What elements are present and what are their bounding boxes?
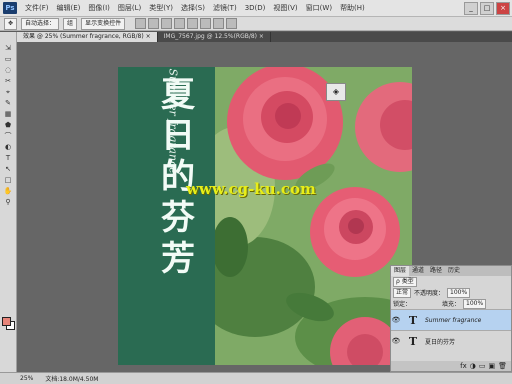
text-layer-thumb-icon: T xyxy=(408,313,418,327)
layers-panel-footer: fx ◑ ▭ ▣ 🗑 xyxy=(391,361,511,371)
text-layer-thumb-icon: T xyxy=(408,334,418,348)
rose-photo xyxy=(215,67,412,365)
distribute-h-icon[interactable] xyxy=(226,18,238,29)
tab-history[interactable]: 历史 xyxy=(445,266,463,276)
lock-row: 锁定： 填充： 100% xyxy=(391,298,511,309)
title-chinese: 夏日的芬芳 xyxy=(161,75,195,279)
menu-type[interactable]: 类型(Y) xyxy=(145,3,177,13)
layers-panel: 图层 通道 路径 历史 ρ 类型 正常 不透明度： 100% 锁定： 填充： 1… xyxy=(390,265,512,372)
new-group-icon[interactable]: ▭ xyxy=(479,361,486,371)
menu-layer[interactable]: 图层(L) xyxy=(114,3,145,13)
align-center-icon[interactable] xyxy=(187,18,199,29)
lock-label: 锁定： xyxy=(393,301,412,308)
opacity-field[interactable]: 100% xyxy=(447,287,471,298)
menu-window[interactable]: 窗口(W) xyxy=(302,3,336,13)
type-tool-icon[interactable]: T xyxy=(2,153,14,163)
layer-row-summer-fragrance[interactable]: 👁 T Summer fragrance xyxy=(391,309,511,330)
align-right-icon[interactable] xyxy=(200,18,212,29)
kind-filter-dropdown[interactable]: ρ 类型 xyxy=(393,276,417,287)
document-size: 文档:18.0M/4.50M xyxy=(45,376,99,383)
lasso-tool-icon[interactable]: ◌ xyxy=(2,65,14,75)
blend-row: 正常 不透明度： 100% xyxy=(391,287,511,298)
layers-panel-tabs: 图层 通道 路径 历史 xyxy=(391,266,511,276)
minimize-button[interactable]: _ xyxy=(464,2,478,15)
menu-bar: Ps 文件(F) 编辑(E) 图像(I) 图层(L) 类型(Y) 选择(S) 滤… xyxy=(0,0,512,17)
align-bottom-icon[interactable] xyxy=(161,18,173,29)
zoom-level[interactable]: 25% xyxy=(20,375,33,382)
filter-row: ρ 类型 xyxy=(391,276,511,287)
menu-image[interactable]: 图像(I) xyxy=(84,3,114,13)
status-bar: 25% 文档:18.0M/4.50M xyxy=(0,372,512,384)
align-top-icon[interactable] xyxy=(135,18,147,29)
tools-panel: ⇲ ▭ ◌ ✂ ⌖ ✎ ▦ ⬟ ⌒ ◐ T ↖ □ ✋ ⚲ xyxy=(0,32,17,372)
eraser-tool-icon[interactable]: ⬟ xyxy=(2,120,14,130)
move-tool-icon[interactable]: ✥ xyxy=(4,17,18,30)
opacity-label: 不透明度： xyxy=(414,290,445,297)
gradient-tool-icon[interactable]: ⌒ xyxy=(2,131,14,141)
shape-tool-icon[interactable]: □ xyxy=(2,175,14,185)
fill-field[interactable]: 100% xyxy=(463,298,487,309)
new-layer-icon[interactable]: ▣ xyxy=(488,361,495,371)
layer-row-title-cn[interactable]: 👁 T 夏日的芬芳 xyxy=(391,330,511,351)
auto-select-mode-dropdown[interactable]: 组 xyxy=(63,17,78,30)
document-tabs: 效果 @ 25% (Summer fragrance, RGB/8) × IMG… xyxy=(17,32,512,42)
dodge-tool-icon[interactable]: ◐ xyxy=(2,142,14,152)
rose-illustration xyxy=(215,67,412,365)
window-controls: _ □ × xyxy=(464,2,510,15)
menu-file[interactable]: 文件(F) xyxy=(21,3,53,13)
visibility-eye-icon[interactable]: 👁 xyxy=(391,337,401,345)
layer-name: Summer fragrance xyxy=(425,316,482,324)
blend-mode-dropdown[interactable]: 正常 xyxy=(393,287,412,298)
marquee-tool-icon[interactable]: ▭ xyxy=(2,54,14,64)
watermark-text: www.cg-ku.com xyxy=(186,180,316,198)
crop-tool-icon[interactable]: ✂ xyxy=(2,76,14,86)
trash-icon[interactable]: 🗑 xyxy=(498,361,507,371)
photoshop-logo: Ps xyxy=(3,2,17,14)
align-left-icon[interactable] xyxy=(174,18,186,29)
align-icons xyxy=(135,18,238,29)
path-select-tool-icon[interactable]: ↖ xyxy=(2,164,14,174)
eyedropper-tool-icon[interactable]: ⌖ xyxy=(2,87,14,97)
floating-panel-icon[interactable]: ◈ xyxy=(326,83,346,101)
fx-icon[interactable]: fx xyxy=(460,361,467,371)
show-transform-checkbox[interactable]: 显示变换控件 xyxy=(81,17,126,30)
zoom-tool-icon[interactable]: ⚲ xyxy=(2,197,14,207)
tab-paths[interactable]: 路径 xyxy=(427,266,445,276)
document-canvas[interactable]: Summer fragrance 夏日的芬芳 xyxy=(118,67,412,365)
menu-edit[interactable]: 编辑(E) xyxy=(53,3,85,13)
auto-select-checkbox[interactable]: 自动选择： xyxy=(21,17,60,30)
close-button[interactable]: × xyxy=(496,2,510,15)
tab-effect[interactable]: 效果 @ 25% (Summer fragrance, RGB/8) × xyxy=(17,32,158,42)
green-panel: Summer fragrance 夏日的芬芳 xyxy=(118,67,215,365)
distribute-icon[interactable] xyxy=(213,18,225,29)
menu-select[interactable]: 选择(S) xyxy=(177,3,209,13)
options-bar: ✥ 自动选择： 组 显示变换控件 xyxy=(0,17,512,31)
adjustment-layer-icon[interactable]: ◑ xyxy=(470,361,476,371)
move-tool-icon[interactable]: ⇲ xyxy=(2,43,14,53)
foreground-color-swatch[interactable] xyxy=(2,317,11,326)
tab-layers[interactable]: 图层 xyxy=(391,266,410,276)
stamp-tool-icon[interactable]: ▦ xyxy=(2,109,14,119)
brush-tool-icon[interactable]: ✎ xyxy=(2,98,14,108)
visibility-eye-icon[interactable]: 👁 xyxy=(391,316,401,324)
layer-name: 夏日的芬芳 xyxy=(425,338,456,346)
tab-img7567[interactable]: IMG_7567.jpg @ 12.5%(RGB/8) × xyxy=(158,32,271,42)
maximize-button[interactable]: □ xyxy=(480,2,494,15)
menu-filter[interactable]: 滤镜(T) xyxy=(209,3,241,13)
menu-help[interactable]: 帮助(H) xyxy=(336,3,369,13)
menu-view[interactable]: 视图(V) xyxy=(269,3,301,13)
hand-tool-icon[interactable]: ✋ xyxy=(2,186,14,196)
tab-channels[interactable]: 通道 xyxy=(409,266,427,276)
align-middle-icon[interactable] xyxy=(148,18,160,29)
fill-label: 填充： xyxy=(442,301,461,308)
menu-3d[interactable]: 3D(D) xyxy=(241,4,270,12)
